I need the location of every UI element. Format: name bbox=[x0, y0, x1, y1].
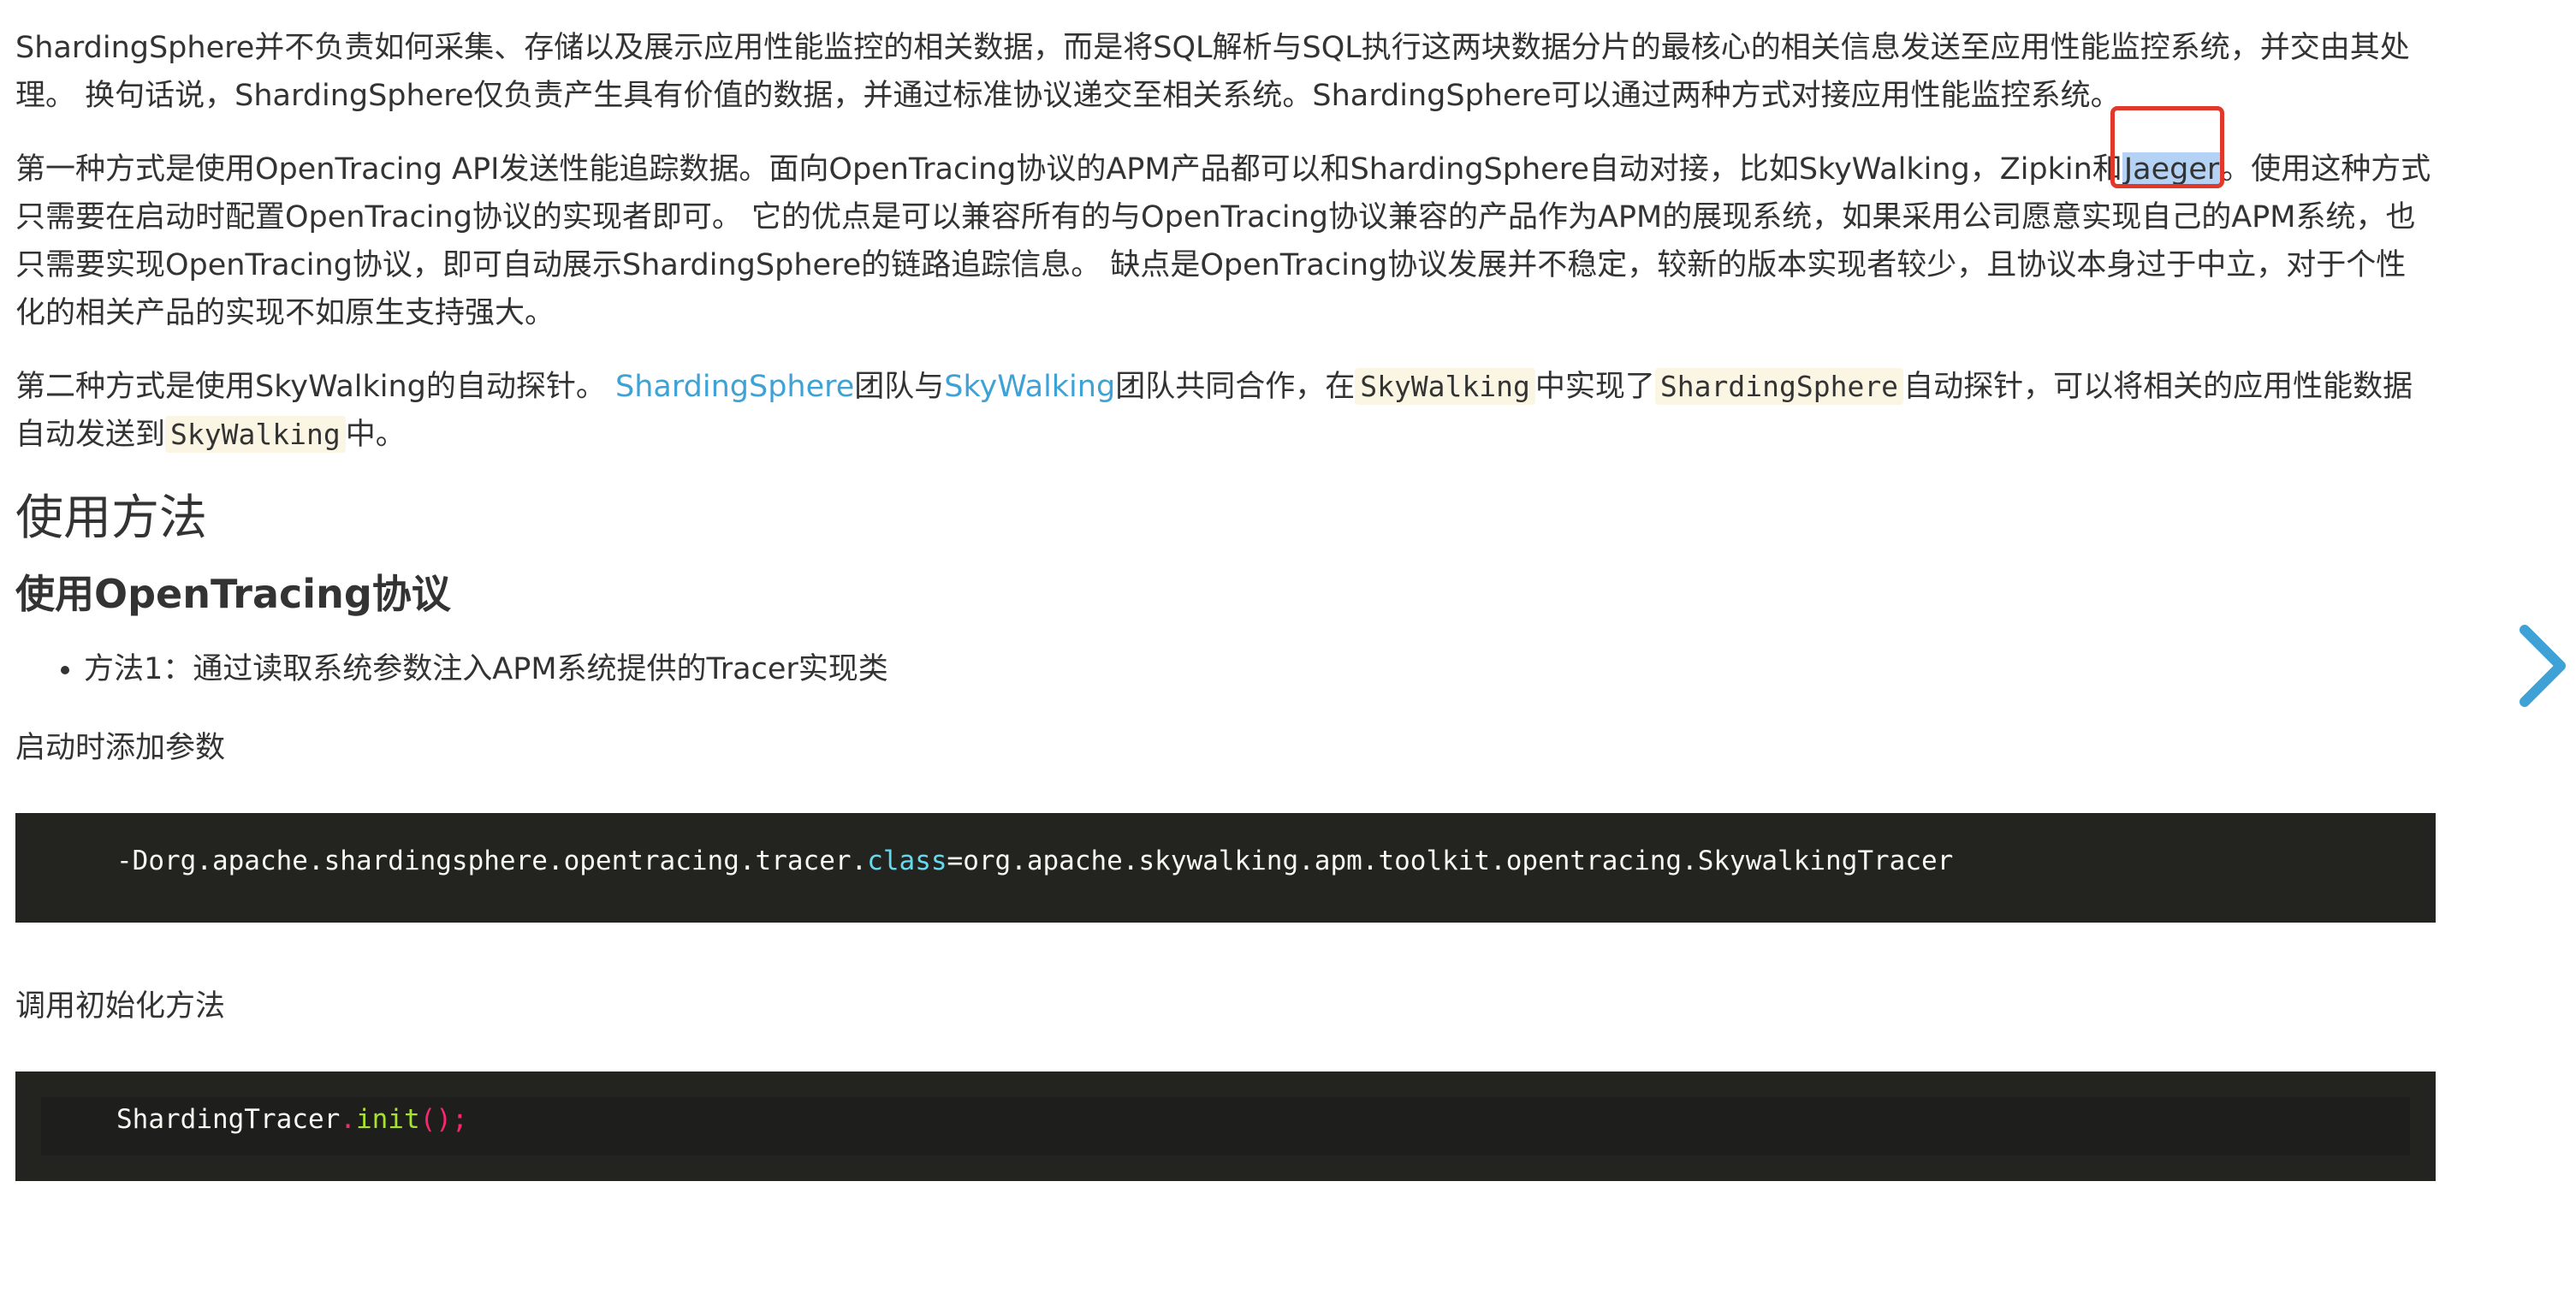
code-keyword: class bbox=[867, 846, 947, 876]
method-two-text: 第二种方式是使用SkyWalking的自动探针。 bbox=[15, 370, 616, 404]
inline-code-shardingsphere: ShardingSphere bbox=[1654, 368, 1904, 405]
jaeger-highlight[interactable]: Jaeger bbox=[2110, 106, 2224, 193]
doc-content: ShardingSphere并不负责如何采集、存储以及展示应用性能监控的相关数据… bbox=[15, 24, 2436, 1241]
init-method-label: 调用初始化方法 bbox=[15, 989, 226, 1024]
chevron-right-icon bbox=[2520, 625, 2566, 707]
method-list: 方法1：通过读取系统参数注入APM系统提供的Tracer实现类 bbox=[15, 645, 2436, 693]
code-token: ShardingTracer bbox=[116, 1104, 341, 1135]
code-line: ShardingTracer.init(); bbox=[116, 1104, 468, 1135]
method-two-text: 中。 bbox=[345, 418, 406, 452]
skywalking-link[interactable]: SkyWalking bbox=[944, 370, 1115, 404]
code-token: -Dorg.apache.shardingsphere.opentracing.… bbox=[116, 846, 868, 876]
code-line: -Dorg.apache.shardingsphere.opentracing.… bbox=[116, 846, 1953, 876]
code-punct: . bbox=[340, 1104, 356, 1135]
code-token: =org.apache.skywalking.apm.toolkit.opent… bbox=[947, 846, 1954, 876]
method-two-text: 团队与 bbox=[854, 370, 945, 404]
opentracing-heading: 使用OpenTracing协议 bbox=[15, 571, 451, 617]
next-page-button[interactable] bbox=[2516, 623, 2569, 709]
method-two-paragraph: 第二种方式是使用SkyWalking的自动探针。 ShardingSphere团… bbox=[15, 363, 2436, 459]
method-two-text: 中实现了 bbox=[1534, 370, 1655, 404]
start-params-label: 启动时添加参数 bbox=[15, 731, 226, 765]
list-item: 方法1：通过读取系统参数注入APM系统提供的Tracer实现类 bbox=[84, 645, 2436, 693]
method-two-text: 团队共同合作，在 bbox=[1115, 370, 1356, 404]
annotation-box bbox=[2110, 106, 2224, 188]
code-function: init bbox=[355, 1104, 420, 1135]
intro-paragraph: ShardingSphere并不负责如何采集、存储以及展示应用性能监控的相关数据… bbox=[15, 31, 2410, 113]
code-block-init: ShardingTracer.init(); bbox=[15, 1072, 2436, 1181]
method-one-paragraph: 第一种方式是使用OpenTracing API发送性能追踪数据。面向OpenTr… bbox=[15, 106, 2436, 337]
shardingsphere-link[interactable]: ShardingSphere bbox=[615, 370, 854, 404]
usage-heading: 使用方法 bbox=[15, 490, 207, 546]
code-block-jvm-param: -Dorg.apache.shardingsphere.opentracing.… bbox=[15, 813, 2436, 923]
code-punct: (); bbox=[419, 1104, 468, 1135]
inline-code-skywalking-2: SkyWalking bbox=[165, 416, 346, 453]
inline-code-skywalking: SkyWalking bbox=[1355, 368, 1535, 405]
method-one-text-before: 第一种方式是使用OpenTracing API发送性能追踪数据。面向OpenTr… bbox=[15, 152, 2122, 187]
